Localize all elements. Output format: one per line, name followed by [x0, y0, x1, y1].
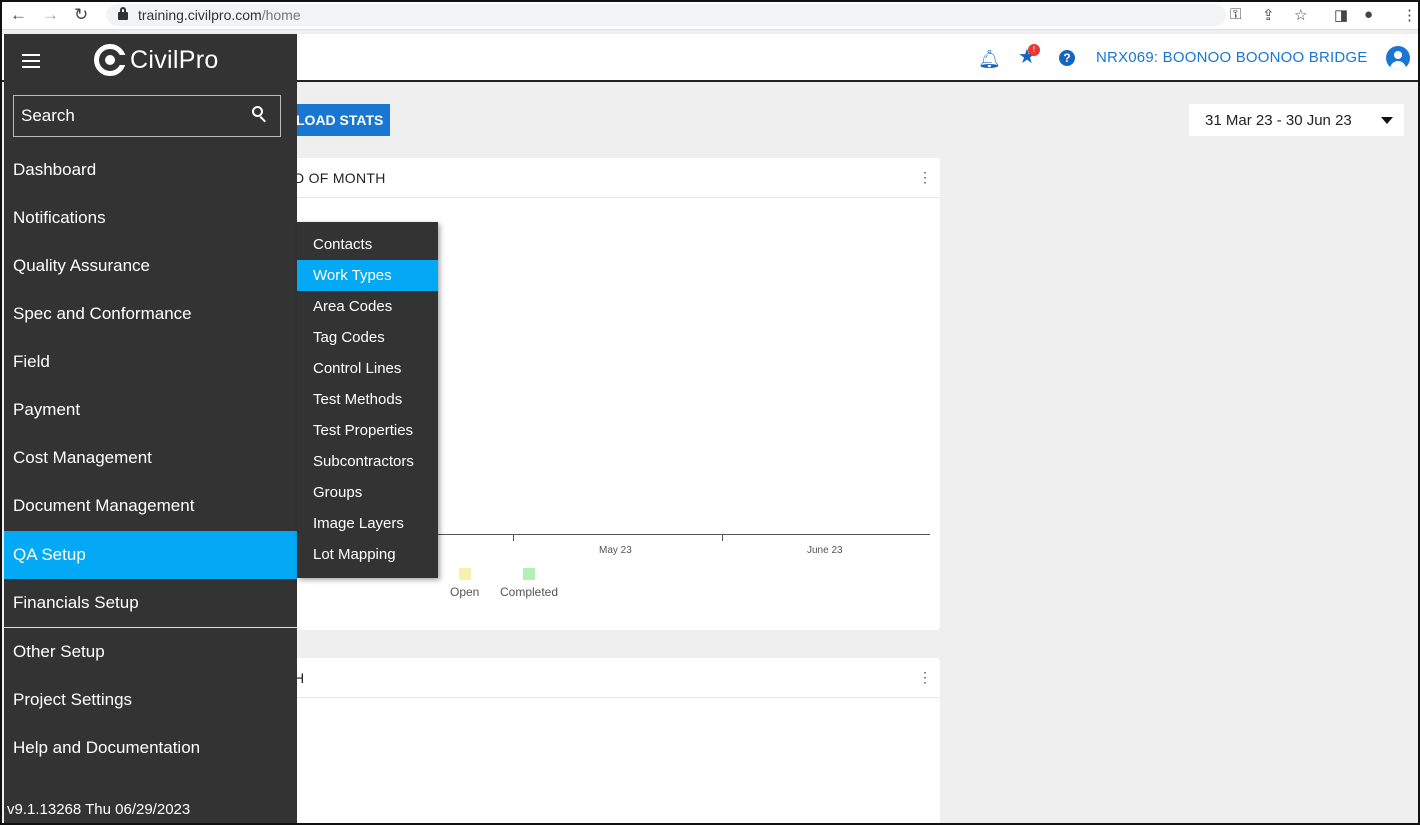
notification-bell-icon[interactable]: 🔔︎ — [978, 49, 1001, 69]
card-divider — [282, 197, 940, 198]
side-panel-icon[interactable]: ◨ — [1334, 6, 1348, 24]
url-text[interactable]: training.civilpro.com/home — [138, 7, 301, 23]
sidebar-search-input[interactable]: Search — [13, 95, 281, 137]
profile-icon[interactable]: ● — [1364, 6, 1373, 23]
submenu-item-test-methods[interactable]: Test Methods — [297, 384, 438, 415]
x-tick-label: June 23 — [807, 545, 843, 556]
submenu-item-contacts[interactable]: Contacts — [297, 229, 438, 260]
submenu-item-image-layers[interactable]: Image Layers — [297, 508, 438, 539]
qa-setup-submenu: Contacts Work Types Area Codes Tag Codes Con… — [297, 222, 438, 578]
bookmark-star-icon[interactable]: ☆ — [1294, 6, 1307, 24]
search-icon[interactable] — [252, 106, 266, 123]
sidebar-item-cost-management[interactable]: Cost Management — [4, 434, 297, 482]
submenu-item-subcontractors[interactable]: Subcontractors — [297, 446, 438, 477]
date-range-value: 31 Mar 23 - 30 Jun 23 — [1205, 112, 1352, 129]
civilpro-logo-icon — [94, 44, 127, 76]
share-icon[interactable]: ⇪ — [1262, 6, 1275, 24]
sidebar-item-spec-and-conformance[interactable]: Spec and Conformance — [4, 290, 297, 338]
sidebar-item-quality-assurance[interactable]: Quality Assurance — [4, 242, 297, 290]
lock-icon — [118, 7, 128, 20]
sidebar-item-help-and-documentation[interactable]: Help and Documentation — [4, 724, 297, 772]
sidebar-item-document-management[interactable]: Document Management — [4, 482, 297, 530]
browser-toolbar: ← → ↻ training.civilpro.com/home ⚿ ⇪ ☆ ◨… — [2, 2, 1418, 30]
legend-label-completed[interactable]: Completed — [500, 585, 558, 599]
legend-swatch-completed[interactable] — [523, 568, 535, 580]
load-stats-button[interactable]: LOAD STATS — [282, 104, 390, 136]
legend-label-open[interactable]: Open — [450, 585, 479, 599]
forward-icon[interactable]: → — [42, 5, 59, 25]
submenu-item-groups[interactable]: Groups — [297, 477, 438, 508]
sidebar-item-qa-setup[interactable]: QA Setup — [4, 531, 297, 579]
project-selector[interactable]: NRX069: BOONOO BOONOO BRIDGE — [1096, 49, 1368, 66]
caret-down-icon — [1381, 117, 1393, 124]
second-card: H ⋮ — [282, 658, 940, 823]
sidebar: CivilPro Search Dashboard Notifications Qu… — [4, 34, 297, 823]
sidebar-divider — [4, 627, 297, 628]
search-placeholder: Search — [21, 106, 75, 125]
submenu-item-area-codes[interactable]: Area Codes — [297, 291, 438, 322]
sidebar-item-payment[interactable]: Payment — [4, 386, 297, 434]
reload-icon[interactable]: ↻ — [74, 5, 88, 25]
sidebar-item-dashboard[interactable]: Dashboard — [4, 146, 297, 194]
sidebar-item-other-setup[interactable]: Other Setup — [4, 628, 297, 676]
version-text: v9.1.13268 Thu 06/29/2023 — [7, 801, 191, 818]
submenu-item-tag-codes[interactable]: Tag Codes — [297, 322, 438, 353]
favorites-badge: ! — [1028, 44, 1040, 56]
app-frame: ← → ↻ training.civilpro.com/home ⚿ ⇪ ☆ ◨… — [0, 0, 1420, 825]
card-title: D OF MONTH — [294, 170, 386, 186]
user-avatar-icon[interactable] — [1386, 46, 1410, 70]
hamburger-menu-icon[interactable] — [22, 54, 40, 72]
card-divider — [282, 697, 940, 698]
submenu-item-control-lines[interactable]: Control Lines — [297, 353, 438, 384]
back-icon[interactable]: ← — [10, 5, 27, 25]
app-logo-text: CivilPro — [130, 46, 219, 74]
submenu-item-test-properties[interactable]: Test Properties — [297, 415, 438, 446]
sidebar-item-project-settings[interactable]: Project Settings — [4, 676, 297, 724]
x-tick-label: May 23 — [599, 545, 632, 556]
legend-swatch-open[interactable] — [459, 568, 471, 580]
browser-menu-icon[interactable]: ⋮ — [1402, 6, 1417, 24]
submenu-item-lot-mapping[interactable]: Lot Mapping — [297, 539, 438, 570]
sidebar-item-field[interactable]: Field — [4, 338, 297, 386]
date-range-select[interactable]: 31 Mar 23 - 30 Jun 23 — [1189, 104, 1404, 136]
card-menu-icon[interactable]: ⋮ — [918, 170, 932, 184]
submenu-item-work-types[interactable]: Work Types — [297, 260, 438, 291]
x-axis-tick — [722, 534, 723, 541]
sidebar-item-financials-setup[interactable]: Financials Setup — [4, 579, 297, 627]
help-icon[interactable]: ? — [1059, 50, 1075, 66]
x-axis-tick — [513, 534, 514, 541]
card-menu-icon[interactable]: ⋮ — [918, 670, 932, 684]
sidebar-item-notifications[interactable]: Notifications — [4, 194, 297, 242]
key-icon[interactable]: ⚿ — [1230, 6, 1241, 23]
